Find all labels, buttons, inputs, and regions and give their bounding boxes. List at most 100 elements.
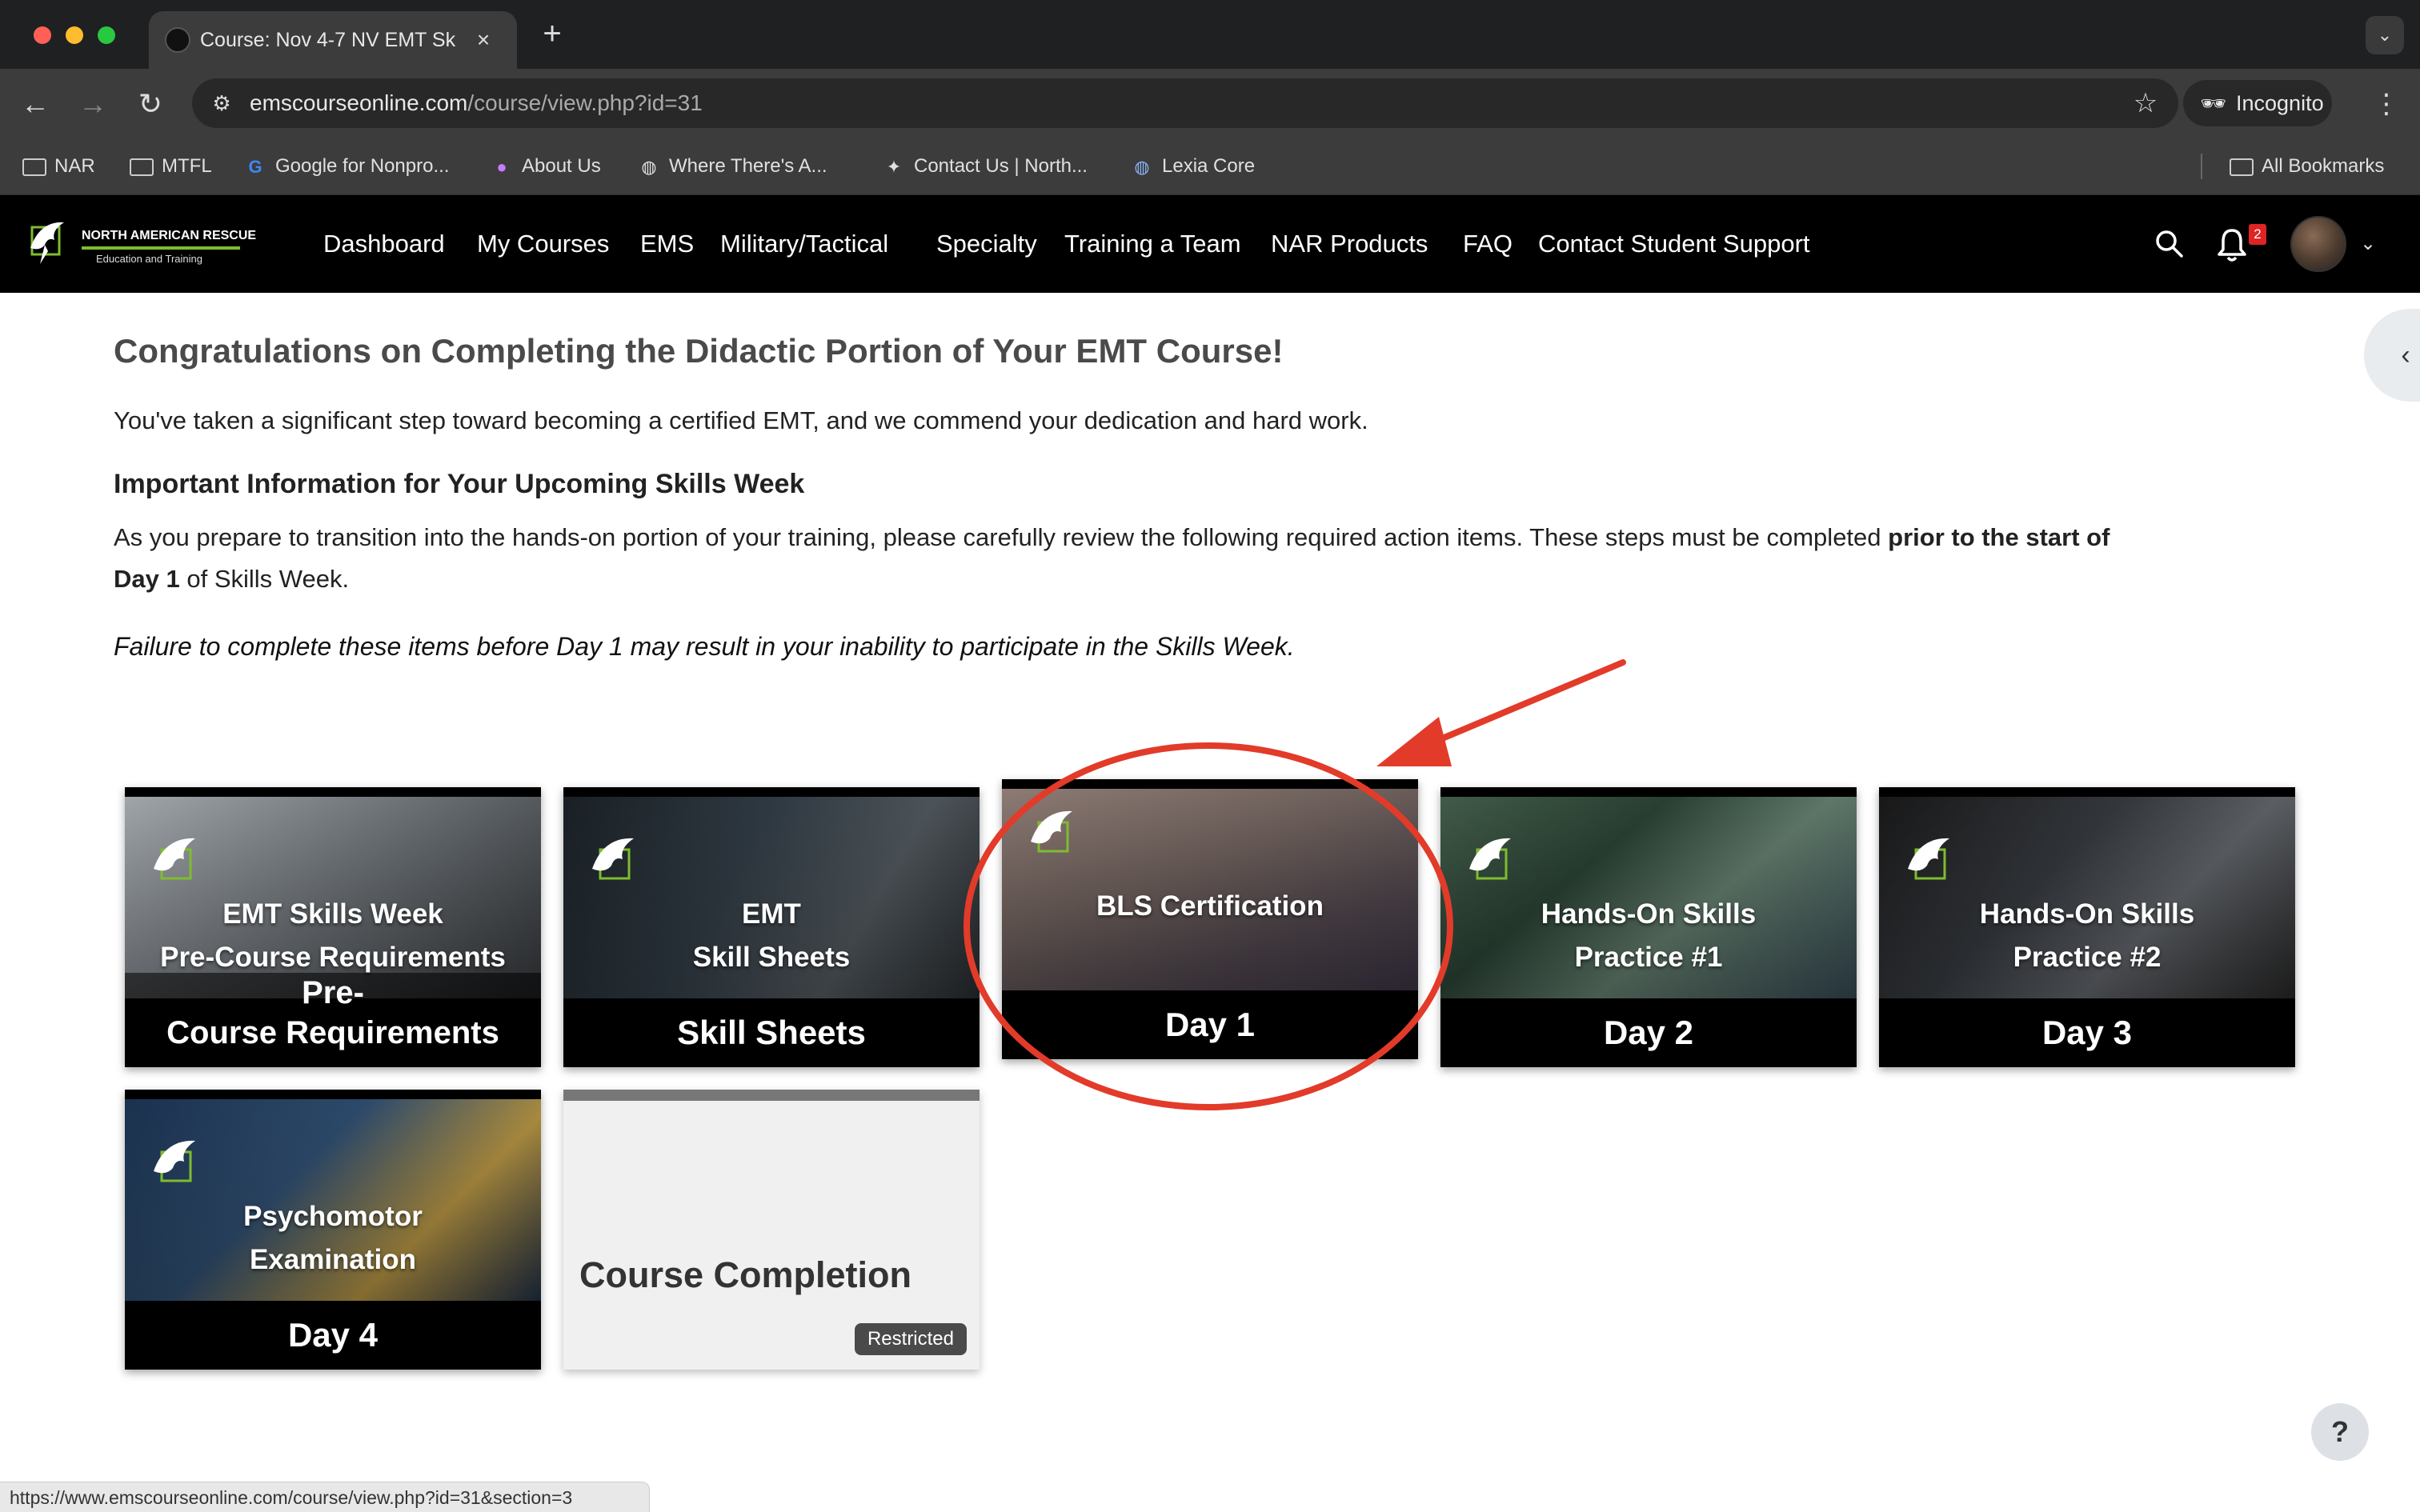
bookmark-where-theres[interactable]: ◍ Where There's A... bbox=[637, 149, 827, 184]
window-zoom-button[interactable] bbox=[98, 26, 115, 44]
bookmarks-divider bbox=[2201, 154, 2202, 179]
card-image-caption: Hands-On Skills Practice #2 bbox=[1879, 893, 2295, 979]
reload-icon[interactable]: ↻ bbox=[131, 85, 170, 123]
card-title: Skill Sheets bbox=[677, 1014, 866, 1051]
card-image-caption-line: EMT Skills Week bbox=[222, 898, 443, 930]
site-logo[interactable]: NORTH AMERICAN RESCUE Education and Trai… bbox=[24, 216, 256, 272]
card-image-caption-line: Skill Sheets bbox=[692, 942, 851, 973]
nav-my-courses[interactable]: My Courses bbox=[477, 224, 609, 264]
nav-military-tactical[interactable]: Military/Tactical bbox=[720, 224, 888, 264]
card-title: Course Completion bbox=[579, 1254, 912, 1295]
folder-icon bbox=[22, 158, 46, 176]
section-card-pre-course-requirements[interactable]: EMT Skills Week Pre-Course Requirements P… bbox=[125, 787, 541, 1067]
folder-icon bbox=[2230, 158, 2254, 176]
section-card-skill-sheets[interactable]: EMT Skill Sheets Skill Sheets bbox=[563, 787, 980, 1067]
restricted-badge: Restricted bbox=[855, 1323, 967, 1355]
bookmark-google-nonprofits[interactable]: G Google for Nonpro... bbox=[243, 149, 449, 184]
bookmark-label: MTFL bbox=[162, 155, 212, 177]
page-headline: Congratulations on Completing the Didact… bbox=[114, 332, 1284, 370]
notification-count-badge: 2 bbox=[2249, 224, 2266, 245]
browser-menu-icon[interactable]: ⋮ bbox=[2369, 85, 2404, 123]
bookmark-label: Contact Us | North... bbox=[914, 155, 1088, 177]
user-avatar[interactable] bbox=[2290, 216, 2346, 272]
card-title: Day 3 bbox=[2041, 1014, 2133, 1051]
section-subheading: Important Information for Your Upcoming … bbox=[114, 469, 805, 499]
annotation-arrow-line bbox=[1407, 659, 1626, 755]
bookmark-label: Where There's A... bbox=[669, 155, 827, 177]
bookmark-label: Lexia Core bbox=[1162, 155, 1256, 177]
card-image-caption: Hands-On Skills Practice #1 bbox=[1440, 893, 1857, 979]
logo-accent-bar bbox=[82, 246, 240, 250]
card-image: Hands-On Skills Practice #1 bbox=[1440, 797, 1857, 998]
card-image-caption-line: EMT bbox=[742, 898, 801, 930]
nav-contact-student-support[interactable]: Contact Student Support bbox=[1538, 224, 1810, 264]
bookmark-lexia-core[interactable]: ◍ Lexia Core bbox=[1130, 149, 1255, 184]
nav-ems[interactable]: EMS bbox=[640, 224, 694, 264]
close-icon[interactable]: × bbox=[467, 24, 499, 56]
nav-dashboard[interactable]: Dashboard bbox=[323, 224, 445, 264]
eagle-logo-icon bbox=[1469, 838, 1511, 880]
course-index-drawer-toggle[interactable]: ‹ bbox=[2364, 309, 2420, 402]
bookmark-contact-us[interactable]: ✦ Contact Us | North... bbox=[882, 149, 1088, 184]
annotation-arrow-head bbox=[1376, 717, 1452, 766]
incognito-icon: 🕶 bbox=[2200, 91, 2227, 115]
link-status-bar: https://www.emscourseonline.com/course/v… bbox=[0, 1482, 650, 1512]
notification-bell-icon[interactable] bbox=[2212, 222, 2252, 266]
section-card-day-2[interactable]: Hands-On Skills Practice #1 Day 2 bbox=[1440, 787, 1857, 1067]
logo-text-primary: NORTH AMERICAN RESCUE bbox=[82, 229, 257, 242]
card-image: Hands-On Skills Practice #2 bbox=[1879, 797, 2295, 998]
window-close-button[interactable] bbox=[34, 26, 51, 44]
card-top-bar bbox=[563, 1090, 980, 1101]
bookmark-nar[interactable]: NAR bbox=[22, 149, 95, 184]
section-card-day-1[interactable]: BLS Certification Day 1 bbox=[1002, 779, 1418, 1059]
bookmark-star-icon[interactable]: ☆ bbox=[2129, 86, 2162, 120]
nav-specialty[interactable]: Specialty bbox=[936, 224, 1037, 264]
nar-icon: ✦ bbox=[886, 156, 902, 177]
site-info-icon[interactable]: ⚙ bbox=[206, 88, 237, 118]
help-button[interactable]: ? bbox=[2311, 1403, 2369, 1461]
folder-icon bbox=[130, 158, 154, 176]
bookmark-mtfl[interactable]: MTFL bbox=[130, 149, 212, 184]
nav-faq[interactable]: FAQ bbox=[1463, 224, 1512, 264]
nav-nar-products[interactable]: NAR Products bbox=[1271, 224, 1428, 264]
section-card-day-4[interactable]: Psychomotor Examination Day 4 bbox=[125, 1090, 541, 1370]
card-image-caption-line: Practice #2 bbox=[2013, 942, 2162, 973]
section-card-day-3[interactable]: Hands-On Skills Practice #2 Day 3 bbox=[1879, 787, 2295, 1067]
globe-icon: ◍ bbox=[1134, 156, 1150, 177]
all-bookmarks[interactable]: All Bookmarks bbox=[2230, 149, 2384, 184]
eagle-logo-icon bbox=[1031, 810, 1072, 853]
card-image-caption-line: Hands-On Skills bbox=[1979, 898, 2195, 930]
incognito-indicator[interactable]: 🕶 Incognito bbox=[2183, 80, 2332, 126]
section-card-course-completion[interactable]: Course Completion Restricted bbox=[563, 1090, 980, 1370]
new-tab-button[interactable]: + bbox=[535, 16, 570, 51]
eagle-logo-icon bbox=[30, 222, 64, 264]
google-icon: G bbox=[248, 156, 262, 177]
card-title: Day 4 bbox=[287, 1316, 379, 1354]
browser-tab-active[interactable]: Course: Nov 4-7 NV EMT Skil × bbox=[149, 11, 517, 69]
site-header: NORTH AMERICAN RESCUE Education and Trai… bbox=[0, 195, 2420, 293]
bookmark-label: About Us bbox=[522, 155, 601, 177]
card-image-caption-line: Psychomotor bbox=[243, 1201, 423, 1232]
card-image-caption-line: Practice #1 bbox=[1574, 942, 1723, 973]
instructions-paragraph: As you prepare to transition into the ha… bbox=[114, 517, 2146, 600]
card-image-caption: EMT Skills Week Pre-Course Requirements bbox=[125, 893, 541, 979]
bookmark-about-us[interactable]: ● About Us bbox=[490, 149, 601, 184]
tab-search-button[interactable]: ⌄ bbox=[2366, 16, 2404, 54]
card-title-line: Pre- bbox=[302, 975, 364, 1010]
card-image: EMT Skills Week Pre-Course Requirements bbox=[125, 797, 541, 998]
url-text[interactable]: emscourseonline.com/course/view.php?id=3… bbox=[250, 86, 703, 120]
tab-title: Course: Nov 4-7 NV EMT Skil bbox=[200, 29, 456, 51]
bookmarks-bar: NAR MTFL G Google for Nonpro... ● About Us… bbox=[0, 138, 2420, 195]
address-bar[interactable]: ⚙ emscourseonline.com/course/view.php?id… bbox=[192, 78, 2178, 128]
forward-arrow-icon[interactable]: → bbox=[74, 85, 112, 123]
warning-text: Failure to complete these items before D… bbox=[114, 632, 1295, 661]
bookmark-label: NAR bbox=[54, 155, 95, 177]
back-arrow-icon[interactable]: ← bbox=[16, 85, 54, 123]
search-icon[interactable] bbox=[2150, 224, 2190, 264]
card-title: Day 2 bbox=[1603, 1014, 1694, 1051]
nav-training-a-team[interactable]: Training a Team bbox=[1064, 224, 1241, 264]
chevron-down-icon[interactable]: ⌄ bbox=[2356, 224, 2380, 264]
incognito-label: Incognito bbox=[2236, 91, 2324, 115]
logo-text-secondary: Education and Training bbox=[96, 253, 202, 265]
window-minimize-button[interactable] bbox=[66, 26, 83, 44]
